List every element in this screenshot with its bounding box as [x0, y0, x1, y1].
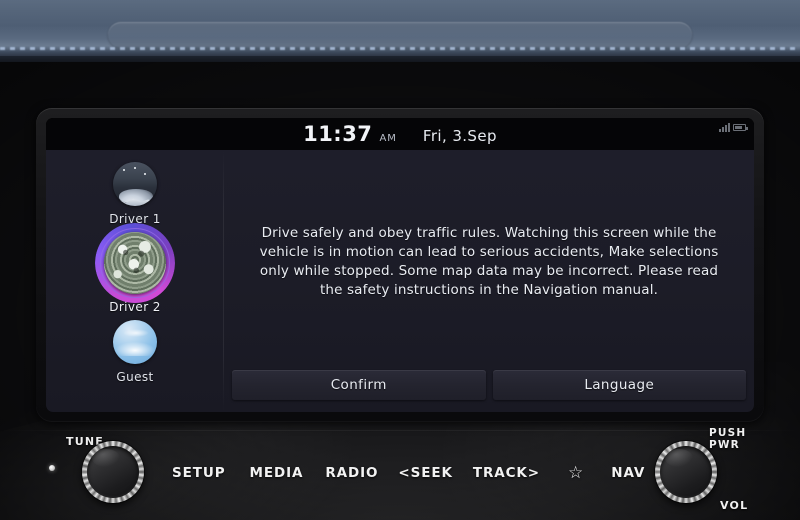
- profile-driver-2[interactable]: Driver 2: [95, 223, 175, 314]
- green-fractal-photo-icon: [104, 232, 166, 294]
- battery-icon: [733, 124, 748, 131]
- clock-date: Fri, 3.Sep: [422, 127, 497, 145]
- head-unit-bezel: 11:37 AM Fri, 3.Sep Driver 1 Driver 2 Gu…: [36, 108, 764, 422]
- warning-text-area: Drive safely and obey traffic rules. Wat…: [224, 150, 754, 370]
- avatar-guest: [113, 320, 157, 364]
- profile-avatar-ring-2: [95, 223, 175, 303]
- star-speck: [122, 169, 125, 171]
- profile-name-guest: Guest: [116, 370, 154, 384]
- console-divider: [0, 430, 800, 431]
- clock-group: 11:37 AM Fri, 3.Sep: [303, 122, 497, 146]
- signal-strength-icon: [719, 123, 730, 132]
- volume-power-knob[interactable]: [655, 441, 717, 503]
- push-pwr-line1: PUSH: [709, 427, 747, 439]
- clock-ampm: AM: [379, 133, 397, 144]
- status-indicators: [719, 123, 748, 132]
- profile-avatar-ring-1: [112, 162, 157, 206]
- profile-guest[interactable]: Guest: [113, 320, 157, 384]
- warning-message: Drive safely and obey traffic rules. Wat…: [259, 224, 719, 299]
- avatar-driver-1: [112, 162, 157, 206]
- push-pwr-line2: PWR: [709, 439, 740, 451]
- language-button[interactable]: Language: [492, 370, 746, 400]
- status-led: [49, 465, 55, 471]
- track-next-button[interactable]: TRACK>: [473, 465, 540, 481]
- setup-button[interactable]: SETUP: [172, 465, 226, 481]
- avatar-driver-2: [104, 232, 166, 294]
- hardware-button-row: SETUP MEDIA RADIO <SEEK TRACK> ☆ NAV MAP: [172, 461, 713, 485]
- media-button[interactable]: MEDIA: [250, 465, 304, 481]
- infotainment-screen: 11:37 AM Fri, 3.Sep Driver 1 Driver 2 Gu…: [46, 118, 754, 412]
- clock-time: 11:37: [303, 122, 373, 146]
- seek-back-button[interactable]: <SEEK: [398, 465, 452, 481]
- driver-profile-rail: Driver 1 Driver 2 Guest: [46, 150, 224, 412]
- star-speck: [133, 167, 136, 169]
- star-icon[interactable]: ☆: [568, 463, 583, 483]
- profile-avatar-ring-3: [113, 320, 157, 364]
- blue-sky-photo-icon: [113, 320, 157, 364]
- warning-dialog: Drive safely and obey traffic rules. Wat…: [224, 150, 754, 412]
- star-speck: [143, 173, 146, 175]
- tune-knob[interactable]: [82, 441, 144, 503]
- push-pwr-label: PUSH PWR: [709, 427, 746, 451]
- dashboard-stitching: [0, 47, 800, 50]
- profile-driver-1[interactable]: Driver 1: [109, 162, 161, 226]
- confirm-button[interactable]: Confirm: [232, 370, 486, 400]
- radio-button[interactable]: RADIO: [325, 465, 378, 481]
- dialog-button-row: Confirm Language: [224, 370, 754, 412]
- screen-content: Driver 1 Driver 2 Guest Drive safely and…: [46, 150, 754, 412]
- status-bar: 11:37 AM Fri, 3.Sep: [46, 118, 754, 150]
- vol-knob-label: VOL: [720, 499, 749, 512]
- dashboard-emboss-trim: [108, 22, 692, 48]
- nav-button[interactable]: NAV: [611, 465, 645, 481]
- dashboard-top-panel: [0, 0, 800, 66]
